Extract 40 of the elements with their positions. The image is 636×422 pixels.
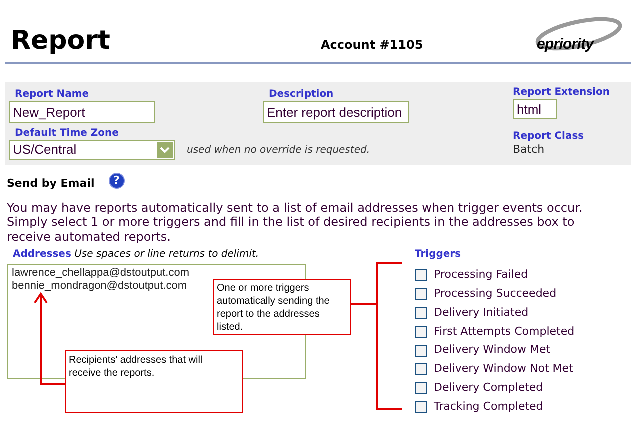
trigger-label: First Attempts Completed — [434, 324, 575, 340]
trigger-checkbox[interactable] — [415, 326, 427, 338]
page-title: Report — [11, 26, 112, 56]
trigger-label: Tracking Completed — [434, 398, 544, 415]
time-zone-note: used when no override is requested. — [187, 144, 370, 158]
trigger-checkbox[interactable] — [415, 363, 427, 376]
report-extension-field[interactable]: html — [513, 99, 557, 119]
trigger-checkbox[interactable] — [415, 269, 427, 282]
trigger-checkbox[interactable] — [415, 400, 427, 413]
trigger-checkbox[interactable] — [415, 382, 427, 394]
time-zone-dropdown[interactable]: US/Central — [9, 140, 175, 160]
trigger-label: Delivery Window Not Met — [434, 361, 574, 378]
callout-tooltip: Recipients' addresses that will receive the reports. — [65, 350, 243, 413]
section-heading: Send by Email — [7, 176, 95, 192]
trigger-checkbox[interactable] — [415, 306, 427, 319]
trigger-checkbox[interactable] — [415, 344, 427, 357]
report-name-field[interactable]: New_Report — [9, 101, 155, 123]
trigger-label: Processing Succeeded — [434, 286, 557, 302]
trigger-label: Delivery Completed — [434, 380, 544, 396]
field-label: Report Name — [15, 89, 90, 101]
field-label: Default Time Zone — [15, 128, 120, 140]
field-label: Addresses — [13, 249, 72, 260]
email-address: lawrence_chellappa@dstoutput.com — [12, 267, 190, 280]
leader-line — [351, 303, 377, 306]
callout-tooltip: One or more triggers automatically sending the report to the addresses listed. — [213, 279, 351, 335]
intro-paragraph: You may have reports automatically sent to a list of email addresses when trigger events occur. Simply select 1 or more triggers and fill in the list of desired recipients in the addresses box to receive automated reports. — [6, 200, 584, 244]
account-number: Account #1105 — [321, 37, 424, 54]
trigger-checkbox[interactable] — [415, 288, 427, 300]
email-address: bennie_mondragon@dstoutput.com — [12, 280, 188, 293]
addresses-hint: Use spaces or line returns to delimit. — [74, 249, 260, 260]
trigger-label: Processing Failed — [434, 267, 528, 284]
field-label: Description — [269, 89, 335, 101]
help-icon[interactable]: ? — [108, 173, 125, 190]
field-label: Triggers — [415, 249, 462, 261]
field-label: Report Class — [513, 131, 584, 143]
report-class-value: Batch — [513, 143, 546, 156]
trigger-label: Delivery Initiated — [434, 304, 529, 321]
field-label: Report Extension — [513, 87, 610, 99]
trigger-label: Delivery Window Met — [434, 342, 551, 358]
description-field[interactable]: Enter report description — [263, 101, 409, 123]
